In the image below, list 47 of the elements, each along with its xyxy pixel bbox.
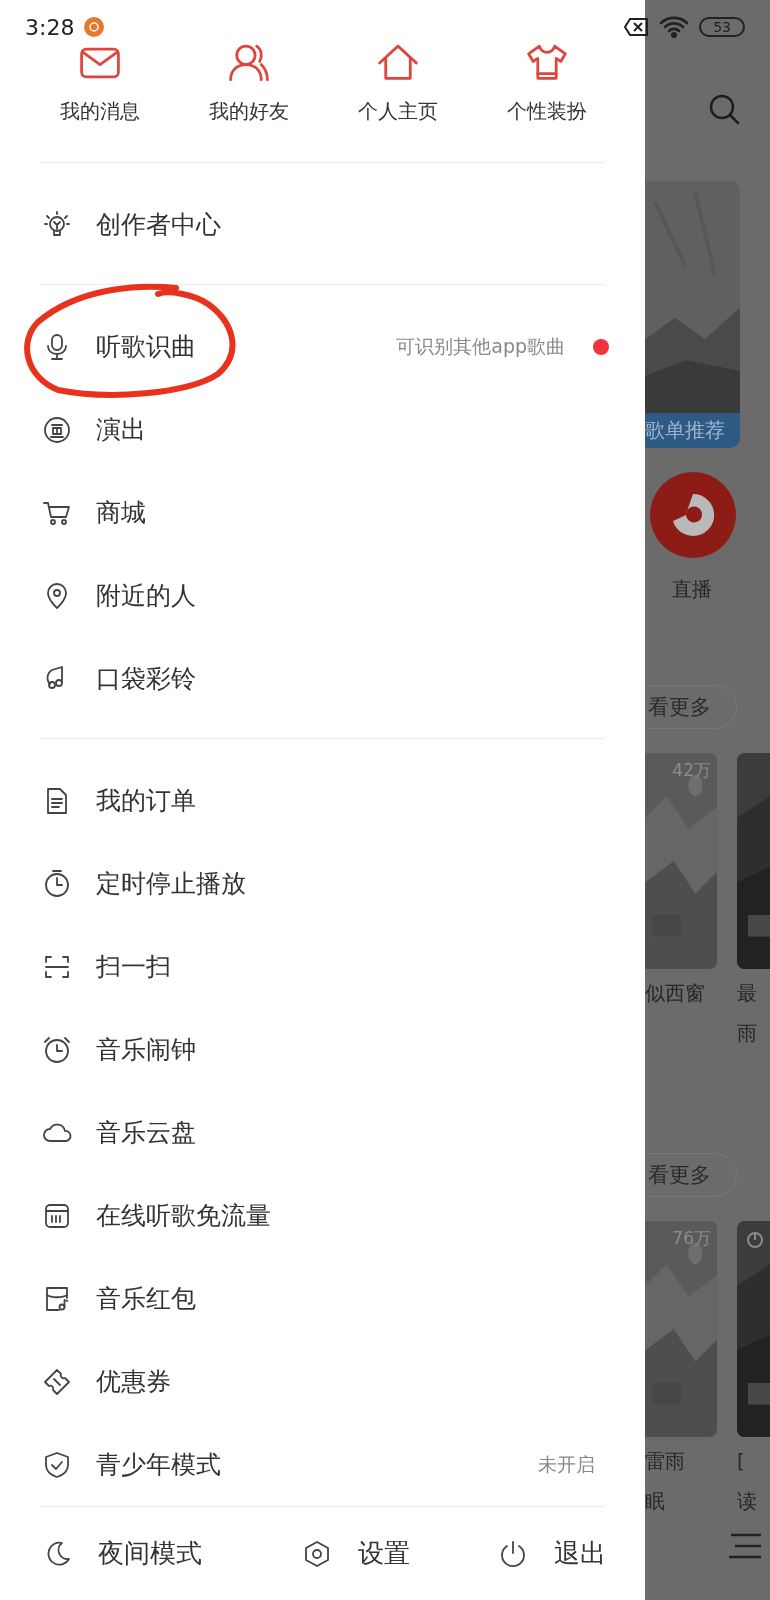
search-icon[interactable] xyxy=(707,92,741,126)
shortcut-button[interactable]: 我的好友 xyxy=(174,40,323,162)
timer-icon xyxy=(42,868,72,899)
settings-icon xyxy=(302,1538,332,1569)
menu-item[interactable]: 听歌识曲 xyxy=(96,330,373,363)
menu-item[interactable]: 附近的人 xyxy=(96,579,595,612)
shortcut-button[interactable]: 我的消息 xyxy=(25,40,174,162)
playlist-title: 雷雨 xyxy=(645,1448,686,1475)
shortcut-button[interactable]: 个性装扮 xyxy=(472,40,621,162)
notification-icon xyxy=(84,17,105,37)
menu-item[interactable]: 在线听歌免流量 xyxy=(96,1199,595,1232)
menu-item-hint: 可识别其他app歌曲 xyxy=(396,333,565,359)
playlist-title: 似西窗 xyxy=(645,980,706,1007)
battery-level: 53 xyxy=(699,17,745,37)
menu-item[interactable]: 青少年模式 xyxy=(96,1448,514,1481)
menu-icon[interactable] xyxy=(727,1532,763,1560)
menu-item[interactable]: 音乐闹钟 xyxy=(96,1033,595,1066)
menu-item[interactable]: 音乐云盘 xyxy=(96,1116,595,1149)
shortcut-button[interactable]: 个人主页 xyxy=(323,40,472,162)
menu-item[interactable]: 音乐红包 xyxy=(96,1282,595,1315)
menu-item-hint: 未开启 xyxy=(538,1451,595,1477)
menu-item[interactable]: 定时停止播放 xyxy=(96,867,595,900)
playlist-title: 最 xyxy=(737,980,758,1007)
playlist-title: 雨 xyxy=(737,1020,758,1047)
coupon-icon xyxy=(42,1366,72,1397)
menu-item[interactable]: 口袋彩铃 xyxy=(96,662,595,695)
playlist-title: [ xyxy=(737,1448,746,1475)
menu-item[interactable]: 我的订单 xyxy=(96,784,595,817)
alarm-clock-icon xyxy=(42,1034,72,1065)
menu-item[interactable]: 创作者中心 xyxy=(96,208,595,241)
banner-label: 歌单推荐 xyxy=(645,413,740,448)
wifi-icon xyxy=(659,16,690,38)
status-time: 3:28 xyxy=(25,14,75,40)
footer-button[interactable]: 退出 xyxy=(498,1536,606,1571)
playlist-title: 眠 xyxy=(645,1488,666,1515)
power-icon xyxy=(498,1538,528,1569)
menu-item[interactable]: 商城 xyxy=(96,496,595,529)
shield-check-icon xyxy=(42,1449,72,1480)
footer-button[interactable]: 设置 xyxy=(302,1536,498,1571)
live-label: 直播 xyxy=(672,576,713,603)
playlist-title: 读 xyxy=(737,1488,758,1515)
live-icon[interactable] xyxy=(650,472,736,558)
menu-item[interactable]: 优惠券 xyxy=(96,1365,595,1398)
menu-item[interactable]: 扫一扫 xyxy=(96,950,595,983)
menu-item[interactable]: 演出 xyxy=(96,413,595,446)
ticket-icon xyxy=(42,414,72,445)
footer-button[interactable]: 夜间模式 xyxy=(42,1536,302,1571)
